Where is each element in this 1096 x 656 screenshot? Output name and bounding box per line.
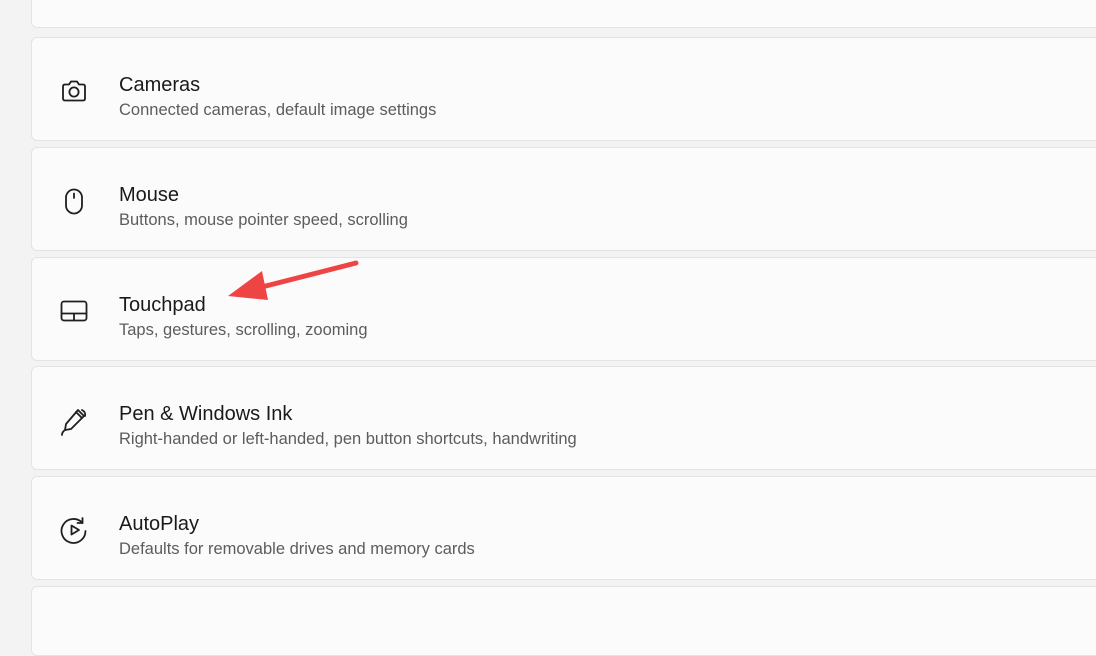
- touchpad-icon: [58, 295, 90, 327]
- settings-item-title: Touchpad: [119, 294, 206, 316]
- camera-icon: [58, 75, 90, 107]
- pen-icon: [58, 404, 90, 436]
- settings-item-title: AutoPlay: [119, 513, 200, 535]
- settings-item-mouse[interactable]: Mouse Buttons, mouse pointer speed, scro…: [31, 147, 1096, 251]
- settings-item-subtitle: Taps, gestures, scrolling, zooming: [119, 321, 368, 339]
- settings-item-cameras[interactable]: Cameras Connected cameras, default image…: [31, 37, 1096, 141]
- settings-item-subtitle: Right-handed or left-handed, pen button …: [119, 430, 577, 448]
- settings-item-subtitle: Buttons, mouse pointer speed, scrolling: [119, 211, 408, 229]
- settings-item-subtitle: Connected cameras, default image setting…: [119, 101, 437, 119]
- settings-item-autoplay[interactable]: AutoPlay Defaults for removable drives a…: [31, 476, 1096, 580]
- mouse-icon: [58, 185, 90, 217]
- autoplay-icon: [58, 514, 90, 546]
- settings-card-partial-top[interactable]: [31, 0, 1096, 28]
- settings-item-title: Pen & Windows Ink: [119, 403, 293, 425]
- settings-item-title: Mouse: [119, 184, 180, 206]
- settings-item-pen-windows-ink[interactable]: Pen & Windows Ink Right-handed or left-h…: [31, 366, 1096, 470]
- settings-card-partial-bottom[interactable]: [31, 586, 1096, 656]
- settings-item-subtitle: Defaults for removable drives and memory…: [119, 540, 475, 558]
- settings-item-title: Cameras: [119, 74, 201, 96]
- settings-item-touchpad[interactable]: Touchpad Taps, gestures, scrolling, zoom…: [31, 257, 1096, 361]
